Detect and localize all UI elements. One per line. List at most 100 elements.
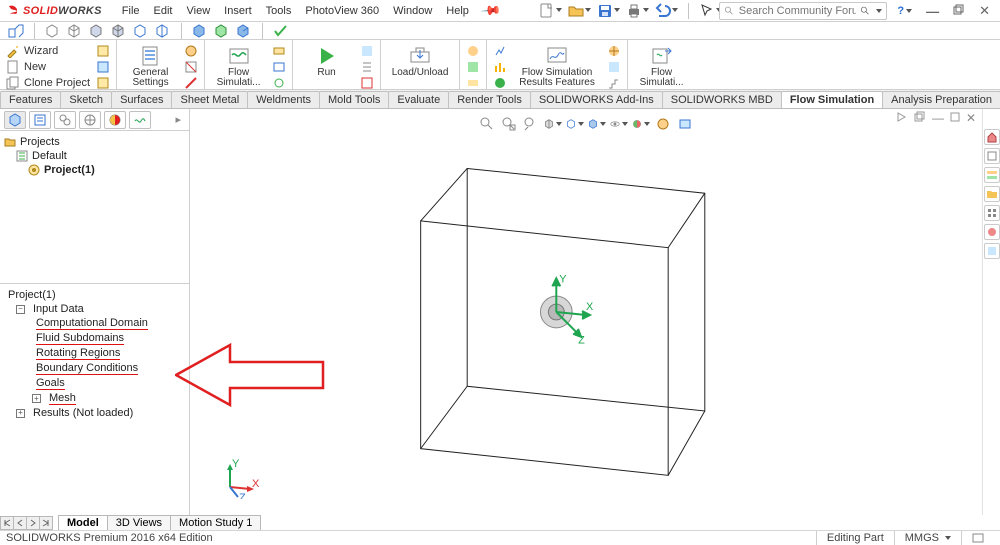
view-cube1-icon[interactable] xyxy=(192,24,208,38)
cmtab-addins[interactable]: SOLIDWORKS Add-Ins xyxy=(530,91,663,108)
tree-default-config[interactable]: Default xyxy=(4,149,185,163)
view-check-icon[interactable] xyxy=(273,24,289,38)
ribbon-res-b[interactable] xyxy=(493,60,507,74)
ribbon-mid-b[interactable] xyxy=(466,60,480,74)
cmtab-flowsim[interactable]: Flow Simulation xyxy=(781,91,883,108)
ribbon-res-a[interactable] xyxy=(493,44,507,58)
cmtab-features[interactable]: Features xyxy=(0,91,61,108)
menu-tools[interactable]: Tools xyxy=(260,3,298,19)
fm-tab-dimxpert[interactable] xyxy=(79,111,101,129)
ribbon-general-settings[interactable]: General Settings xyxy=(123,42,178,88)
ribbon-flow-simulation[interactable]: Flow Simulati... xyxy=(211,42,266,88)
cmtab-sheetmetal[interactable]: Sheet Metal xyxy=(171,91,248,108)
expand-plus-icon[interactable]: + xyxy=(16,409,25,418)
fm-tab-display-mgr[interactable] xyxy=(104,111,126,129)
window-minimize[interactable]: — xyxy=(922,4,943,19)
tp-resources-icon[interactable] xyxy=(984,148,1000,164)
fm-tab-config-mgr[interactable] xyxy=(54,111,76,129)
ribbon-small-2[interactable] xyxy=(96,60,110,74)
ribbon-run[interactable]: Run xyxy=(299,42,354,78)
ribbon-setting-c[interactable] xyxy=(184,76,198,90)
ribbon-setting-a[interactable] xyxy=(184,44,198,58)
ribbon-fs-c[interactable] xyxy=(272,76,286,90)
window-close[interactable]: ✕ xyxy=(975,3,994,19)
fm-tab-flowsim-tree[interactable] xyxy=(129,111,151,129)
ribbon-run-c[interactable] xyxy=(360,76,374,90)
ribbon-res-e[interactable] xyxy=(607,60,621,74)
fs-tree-rotating-regions[interactable]: Rotating Regions xyxy=(4,346,185,361)
ribbon-setting-b[interactable] xyxy=(184,60,198,74)
tp-appearances-icon[interactable] xyxy=(984,224,1000,240)
fm-tab-feature-tree[interactable] xyxy=(4,111,26,129)
cmtab-weldments[interactable]: Weldments xyxy=(247,91,320,108)
menu-file[interactable]: File xyxy=(116,3,146,19)
ribbon-results-features[interactable]: Flow Simulation Results Features xyxy=(513,42,601,88)
fs-tree-goals[interactable]: Goals xyxy=(4,376,185,391)
ribbon-run-a[interactable] xyxy=(360,44,374,58)
fs-tree-results[interactable]: +Results (Not loaded) xyxy=(4,406,185,420)
fs-tree-fluid-subdomains[interactable]: Fluid Subdomains xyxy=(4,331,185,346)
expand-plus-icon[interactable]: + xyxy=(32,394,41,403)
cmtab-sketch[interactable]: Sketch xyxy=(60,91,112,108)
ribbon-mid-c[interactable] xyxy=(466,76,480,90)
fm-tab-property-mgr[interactable] xyxy=(29,111,51,129)
view-extrude-icon[interactable] xyxy=(8,24,24,38)
cmtab-rendertools[interactable]: Render Tools xyxy=(448,91,531,108)
cmtab-evaluate[interactable]: Evaluate xyxy=(388,91,449,108)
view-iso4-icon[interactable] xyxy=(111,24,127,38)
search-go-icon[interactable] xyxy=(860,4,870,18)
cmtab-surfaces[interactable]: Surfaces xyxy=(111,91,172,108)
menu-view[interactable]: View xyxy=(181,3,217,19)
qat-undo[interactable] xyxy=(655,3,678,19)
fs-tree-comp-domain[interactable]: Computational Domain xyxy=(4,316,185,331)
menu-edit[interactable]: Edit xyxy=(148,3,179,19)
tp-view-palette-icon[interactable] xyxy=(984,205,1000,221)
menu-window[interactable]: Window xyxy=(387,3,438,19)
bottom-nav-next[interactable] xyxy=(26,516,40,530)
ribbon-new[interactable]: New xyxy=(6,60,90,74)
ribbon-res-d[interactable] xyxy=(607,44,621,58)
status-icon-a[interactable] xyxy=(961,531,994,545)
graphics-viewport[interactable]: — ✕ Y X xyxy=(190,109,982,515)
ribbon-mid-a[interactable] xyxy=(466,44,480,58)
view-cube2-icon[interactable] xyxy=(214,24,230,38)
view-iso1-icon[interactable] xyxy=(45,24,61,38)
fm-tab-overflow[interactable]: ▸ xyxy=(154,113,185,126)
fs-tree-input-data[interactable]: − Input Data xyxy=(4,302,185,316)
search-scope-dropdown[interactable] xyxy=(874,5,882,17)
ribbon-fs-b[interactable] xyxy=(272,60,286,74)
bottom-tab-motionstudy[interactable]: Motion Study 1 xyxy=(170,515,261,531)
tree-project1[interactable]: Project(1) xyxy=(4,163,185,177)
ribbon-flow-sim-export[interactable]: Flow Simulati... xyxy=(634,42,689,88)
qat-save[interactable] xyxy=(597,3,620,19)
ribbon-fs-a[interactable] xyxy=(272,44,286,58)
bottom-nav-first[interactable] xyxy=(0,516,14,530)
window-restore[interactable] xyxy=(949,4,969,19)
bottom-tab-model[interactable]: Model xyxy=(58,515,108,531)
ribbon-load-unload[interactable]: Load/Unload xyxy=(387,42,453,78)
menu-help[interactable]: Help xyxy=(440,3,475,19)
tree-projects-root[interactable]: Projects xyxy=(4,135,185,149)
view-cube3-icon[interactable] xyxy=(236,24,252,38)
tp-home-icon[interactable] xyxy=(984,129,1000,145)
help-dropdown[interactable]: ? xyxy=(893,5,916,17)
search-box[interactable] xyxy=(719,2,887,20)
ribbon-small-3[interactable] xyxy=(96,76,110,90)
view-iso2-icon[interactable] xyxy=(67,24,83,38)
ribbon-small-1[interactable] xyxy=(96,44,110,58)
ribbon-wizard[interactable]: Wizard xyxy=(6,44,90,58)
status-units[interactable]: MMGS xyxy=(894,531,961,545)
fs-tree-boundary-conditions[interactable]: Boundary Conditions xyxy=(4,361,185,376)
view-iso5-icon[interactable] xyxy=(133,24,149,38)
cmtab-mbd[interactable]: SOLIDWORKS MBD xyxy=(662,91,782,108)
qat-open[interactable] xyxy=(568,3,591,19)
tp-design-lib-icon[interactable] xyxy=(984,167,1000,183)
collapse-minus-icon[interactable]: − xyxy=(16,305,25,314)
ribbon-run-b[interactable] xyxy=(360,60,374,74)
bottom-tab-3dviews[interactable]: 3D Views xyxy=(107,515,171,531)
bottom-nav-prev[interactable] xyxy=(13,516,27,530)
qat-new-doc[interactable] xyxy=(539,3,562,19)
cmtab-analysisprep[interactable]: Analysis Preparation xyxy=(882,91,1000,108)
tp-file-explorer-icon[interactable] xyxy=(984,186,1000,202)
ribbon-clone-project[interactable]: Clone Project xyxy=(6,76,90,90)
